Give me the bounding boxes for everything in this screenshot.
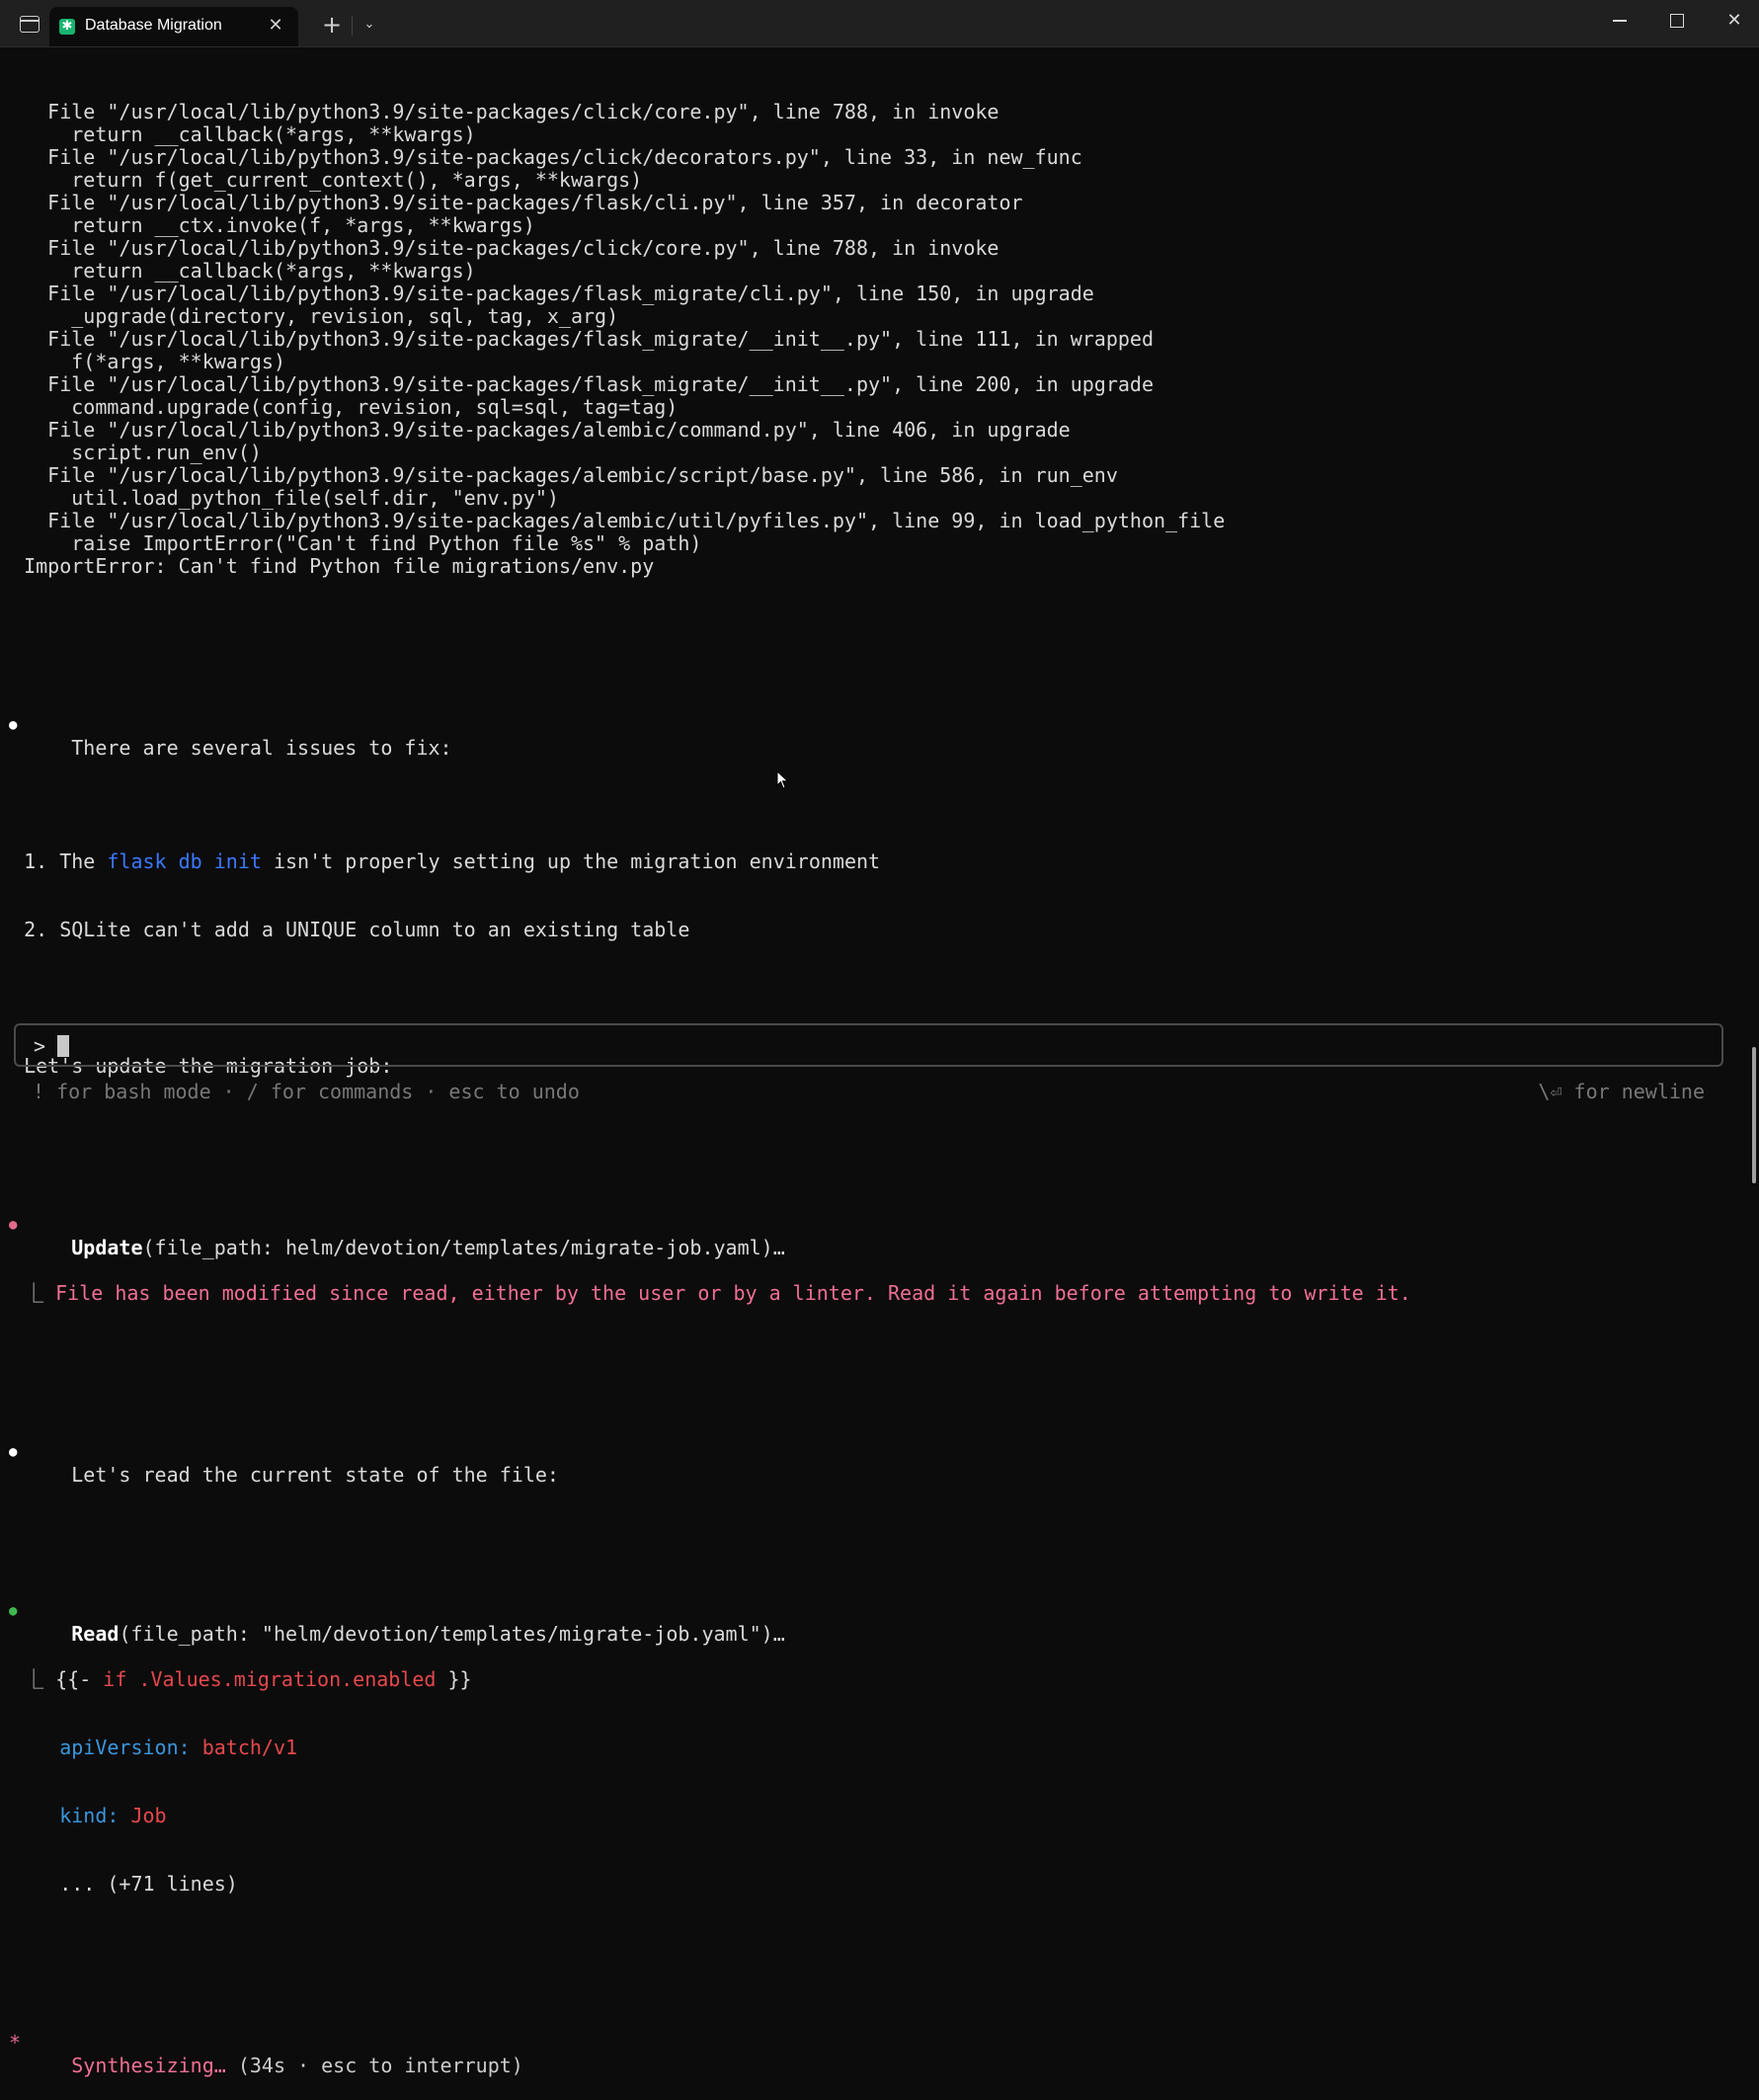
- traceback-line: script.run_env(): [71, 441, 262, 464]
- new-tab-button[interactable]: +: [318, 11, 346, 39]
- title-bar: ✱ Database Migration ✕ + ⌄ ✕: [0, 0, 1759, 47]
- close-tab-icon[interactable]: ✕: [265, 15, 286, 37]
- yaml-line: ... (+71 lines): [59, 1872, 238, 1896]
- traceback: File "/usr/local/lib/python3.9/site-pack…: [0, 101, 1738, 578]
- message-line: ● There are several issues to fix:: [0, 714, 1738, 760]
- bullet-icon: ●: [9, 717, 18, 733]
- tool-result: ⎿ File has been modified since read, eit…: [0, 1282, 1738, 1305]
- result-branch-icon: ⎿: [24, 1281, 44, 1305]
- bullet-icon: ●: [9, 1444, 18, 1460]
- close-window-button[interactable]: ✕: [1706, 0, 1759, 45]
- message-line: ● Let's read the current state of the fi…: [0, 1441, 1738, 1487]
- chevron-down-icon[interactable]: ⌄: [358, 13, 381, 37]
- traceback-line: return __ctx.invoke(f, *args, **kwargs): [71, 213, 535, 237]
- traceback-line: File "/usr/local/lib/python3.9/site-pack…: [47, 100, 999, 123]
- terminal-icon[interactable]: [20, 16, 40, 33]
- traceback-line: command.upgrade(config, revision, sql=sq…: [71, 395, 679, 419]
- yaml-line: apiVersion: batch/v1: [59, 1736, 298, 1759]
- asterisk-icon: ✱: [59, 19, 75, 35]
- traceback-line: File "/usr/local/lib/python3.9/site-pack…: [47, 236, 999, 260]
- traceback-line: ImportError: Can't find Python file migr…: [24, 554, 655, 578]
- maximize-button[interactable]: [1648, 0, 1706, 45]
- error-bullet-icon: ●: [9, 1217, 18, 1233]
- scrollbar[interactable]: [1752, 1047, 1756, 1183]
- traceback-line: return __callback(*args, **kwargs): [71, 259, 476, 283]
- text-cursor: [57, 1035, 69, 1057]
- traceback-line: File "/usr/local/lib/python3.9/site-pack…: [47, 418, 1071, 442]
- newline-hint: \⏎ for newline: [1538, 1080, 1705, 1103]
- status-line: * Synthesizing… (34s · esc to interrupt): [0, 2031, 1738, 2077]
- status-label: Synthesizing…: [71, 2054, 226, 2077]
- traceback-line: return f(get_current_context(), *args, *…: [71, 168, 643, 192]
- traceback-line: File "/usr/local/lib/python3.9/site-pack…: [47, 282, 1094, 305]
- yaml-line: ⎿ {{- if .Values.migration.enabled }}: [24, 1667, 472, 1691]
- message-text: Let's read the current state of the file…: [71, 1463, 559, 1487]
- traceback-line: _upgrade(directory, revision, sql, tag, …: [71, 304, 619, 328]
- traceback-line: raise ImportError("Can't find Python fil…: [71, 531, 702, 555]
- traceback-line: util.load_python_file(self.dir, "env.py"…: [71, 486, 559, 510]
- prompt-input[interactable]: >: [14, 1023, 1723, 1067]
- yaml-line: kind: Job: [59, 1804, 167, 1827]
- traceback-line: File "/usr/local/lib/python3.9/site-pack…: [47, 327, 1154, 351]
- error-message: File has been modified since read, eithe…: [55, 1281, 1411, 1305]
- inline-code: flask db init: [107, 849, 262, 873]
- traceback-line: return __callback(*args, **kwargs): [71, 122, 476, 146]
- message-text: There are several issues to fix:: [71, 736, 452, 760]
- list-item: 2. SQLite can't add a UNIQUE column to a…: [24, 918, 690, 941]
- mouse-pointer-icon: [776, 770, 789, 789]
- traceback-line: File "/usr/local/lib/python3.9/site-pack…: [47, 463, 1118, 487]
- minimize-icon: [1613, 20, 1627, 22]
- shortcut-hints: ! for bash mode · / for commands · esc t…: [33, 1080, 580, 1103]
- minimize-button[interactable]: [1591, 0, 1648, 45]
- tab-title: Database Migration: [85, 17, 222, 34]
- tool-call-read: ● Read(file_path: "helm/devotion/templat…: [0, 1600, 1738, 1646]
- tab-divider: [352, 16, 353, 36]
- traceback-line: File "/usr/local/lib/python3.9/site-pack…: [47, 372, 1154, 396]
- tool-call-update: ● Update(file_path: helm/devotion/templa…: [0, 1214, 1738, 1259]
- tool-name: Update: [71, 1236, 143, 1259]
- success-bullet-icon: ●: [9, 1603, 18, 1619]
- traceback-line: File "/usr/local/lib/python3.9/site-pack…: [47, 191, 1023, 214]
- list-item: 1. The flask db init isn't properly sett…: [24, 849, 881, 873]
- traceback-line: f(*args, **kwargs): [71, 350, 285, 373]
- status-detail: (34s · esc to interrupt): [225, 2054, 523, 2077]
- tool-args: (file_path: "helm/devotion/templates/mig…: [119, 1622, 785, 1646]
- prompt-symbol: >: [34, 1034, 46, 1058]
- spinner-icon: *: [9, 2031, 22, 2055]
- maximize-icon: [1670, 14, 1684, 28]
- tool-name: Read: [71, 1622, 120, 1646]
- result-branch-icon: ⎿: [24, 1667, 44, 1691]
- traceback-line: File "/usr/local/lib/python3.9/site-pack…: [47, 145, 1082, 169]
- tool-args: (file_path: helm/devotion/templates/migr…: [142, 1236, 785, 1259]
- tab-database-migration[interactable]: ✱ Database Migration ✕: [49, 7, 298, 46]
- traceback-line: File "/usr/local/lib/python3.9/site-pack…: [47, 509, 1226, 532]
